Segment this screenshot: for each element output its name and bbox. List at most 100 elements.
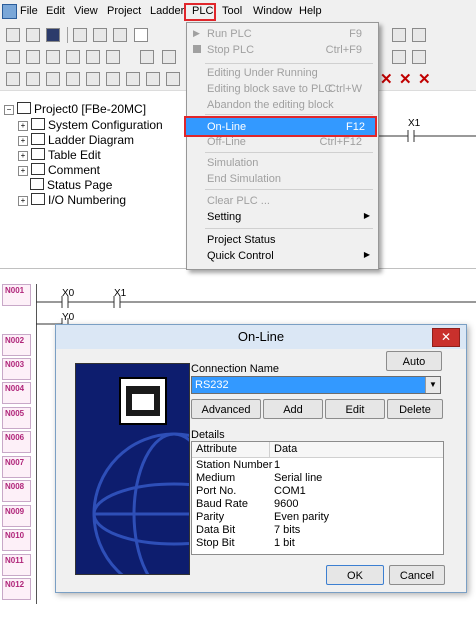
monitor-icon[interactable]	[93, 28, 107, 42]
menu-quick-control-label: Quick Control	[207, 250, 274, 262]
menu-end-simulation[interactable]: End Simulation	[189, 171, 376, 187]
compare-icon[interactable]	[113, 28, 127, 42]
tree-root[interactable]: − Project0 [FBe-20MC]	[4, 102, 146, 117]
menu-editing-running[interactable]: Editing Under Running	[189, 65, 376, 81]
vline-icon[interactable]	[166, 72, 180, 86]
menu-run-plc[interactable]: ▶ Run PLC F9	[189, 26, 376, 42]
paste-icon[interactable]	[46, 50, 60, 64]
new-file-icon[interactable]	[6, 28, 20, 42]
tree-item-label: Table Edit	[48, 148, 101, 162]
menu-project[interactable]: Project	[107, 5, 141, 17]
row-number[interactable]: N005	[2, 407, 31, 429]
row-number[interactable]: N002	[2, 334, 31, 356]
column-header-data[interactable]: Data	[274, 443, 297, 455]
delete-vline-icon[interactable]: ✕	[418, 70, 431, 88]
column-header-attribute[interactable]: Attribute	[196, 443, 237, 455]
delete-hline-icon[interactable]: ✕	[399, 70, 412, 88]
contact-no-icon[interactable]	[26, 72, 40, 86]
close-button[interactable]: ✕	[432, 328, 460, 347]
menu-help[interactable]: Help	[299, 5, 322, 17]
open-file-icon[interactable]	[26, 28, 40, 42]
network-icon[interactable]	[162, 50, 176, 64]
menu-editing-block-save[interactable]: Editing block save to PLC Ctrl+W	[189, 81, 376, 97]
menu-tool[interactable]: Tool	[222, 5, 242, 17]
tree-item-system-configuration[interactable]: + System Configuration	[18, 118, 163, 133]
ok-button[interactable]: OK	[326, 565, 384, 585]
copy-icon[interactable]	[26, 50, 40, 64]
row-number-column: N001 N002 N003 N004 N005 N006 N007 N008 …	[2, 284, 31, 604]
org-end-icon[interactable]	[134, 28, 148, 42]
row-number[interactable]: N010	[2, 529, 31, 551]
cell-attribute: Baud Rate	[196, 498, 248, 510]
row-number[interactable]: N001	[2, 284, 31, 306]
tree-item-status-page[interactable]: Status Page	[30, 178, 112, 193]
auto-check-button[interactable]: Auto Check	[386, 351, 442, 388]
menu-project-status-label: Project Status	[207, 234, 276, 246]
table-row: Station Number 1	[192, 459, 443, 472]
hline-icon[interactable]	[146, 72, 160, 86]
tree-item-ladder-diagram[interactable]: + Ladder Diagram	[18, 133, 134, 148]
mode-icon[interactable]	[140, 50, 154, 64]
redo-icon[interactable]	[86, 50, 100, 64]
chevron-down-icon[interactable]: ▼	[425, 377, 440, 393]
connection-name-select[interactable]: RS232 ▼	[191, 376, 441, 394]
dialog-title: On-Line	[56, 325, 466, 349]
row-number[interactable]: N011	[2, 554, 31, 576]
coil-icon[interactable]	[106, 72, 120, 86]
ladder-left-rail	[36, 284, 37, 604]
advanced-button[interactable]: Advanced	[191, 399, 261, 419]
menu-view[interactable]: View	[74, 5, 98, 17]
find-icon[interactable]	[392, 28, 406, 42]
row-number[interactable]: N009	[2, 505, 31, 527]
function-icon[interactable]	[126, 72, 140, 86]
cancel-button[interactable]: Cancel	[389, 565, 445, 585]
tree-item-table-edit[interactable]: + Table Edit	[18, 148, 101, 163]
menu-off-line[interactable]: Off-Line Ctrl+F12	[189, 134, 376, 150]
menu-file[interactable]: File	[20, 5, 38, 17]
print-icon[interactable]	[73, 28, 87, 42]
replace-icon[interactable]	[412, 50, 426, 64]
parallel-nc-icon[interactable]	[86, 72, 100, 86]
row-number[interactable]: N012	[2, 578, 31, 600]
app-icon[interactable]	[2, 4, 17, 19]
menu-ladder[interactable]: Ladder	[150, 5, 184, 17]
plc-menu-annotation	[184, 3, 216, 21]
menu-edit[interactable]: Edit	[46, 5, 65, 17]
menu-window[interactable]: Window	[253, 5, 292, 17]
menu-project-status[interactable]: Project Status	[189, 232, 376, 248]
insert-row-icon[interactable]	[106, 50, 120, 64]
save-icon[interactable]	[46, 28, 60, 42]
cell-attribute: Medium	[196, 472, 236, 484]
menu-stop-plc[interactable]: Stop PLC Ctrl+F9	[189, 42, 376, 58]
row-number[interactable]: N006	[2, 431, 31, 453]
row-number[interactable]: N007	[2, 456, 31, 478]
undo-icon[interactable]	[66, 50, 80, 64]
row-number[interactable]: N003	[2, 358, 31, 380]
parallel-no-icon[interactable]	[66, 72, 80, 86]
tree-item-label: Comment	[48, 163, 101, 177]
menu-simulation[interactable]: Simulation	[189, 155, 376, 171]
menu-clear-plc[interactable]: Clear PLC ...	[189, 193, 376, 209]
menu-setting[interactable]: Setting ▶	[189, 209, 376, 225]
menu-separator	[205, 114, 373, 115]
row-number[interactable]: N008	[2, 480, 31, 502]
search-icon[interactable]	[392, 50, 406, 64]
contact-nc-icon[interactable]	[46, 72, 60, 86]
contact-label: X1	[408, 118, 421, 129]
ladder-icon	[31, 133, 45, 145]
stop-icon	[193, 45, 201, 53]
tree-item-comment[interactable]: + Comment	[18, 163, 100, 178]
comment-icon	[31, 163, 45, 175]
tree-item-io-numbering[interactable]: + I/O Numbering	[18, 193, 126, 208]
zoom-icon[interactable]	[412, 28, 426, 42]
pointer-icon[interactable]	[6, 72, 20, 86]
menu-quick-control[interactable]: Quick Control ▶	[189, 248, 376, 264]
delete-x-icon[interactable]: ✕	[380, 70, 393, 88]
add-button[interactable]: Add	[263, 399, 323, 419]
edit-button[interactable]: Edit	[325, 399, 385, 419]
cut-icon[interactable]	[6, 50, 20, 64]
delete-button[interactable]: Delete	[387, 399, 443, 419]
menu-abandon-block[interactable]: Abandon the editing block	[189, 97, 376, 113]
row-number[interactable]: N004	[2, 382, 31, 404]
table-icon	[31, 148, 45, 160]
